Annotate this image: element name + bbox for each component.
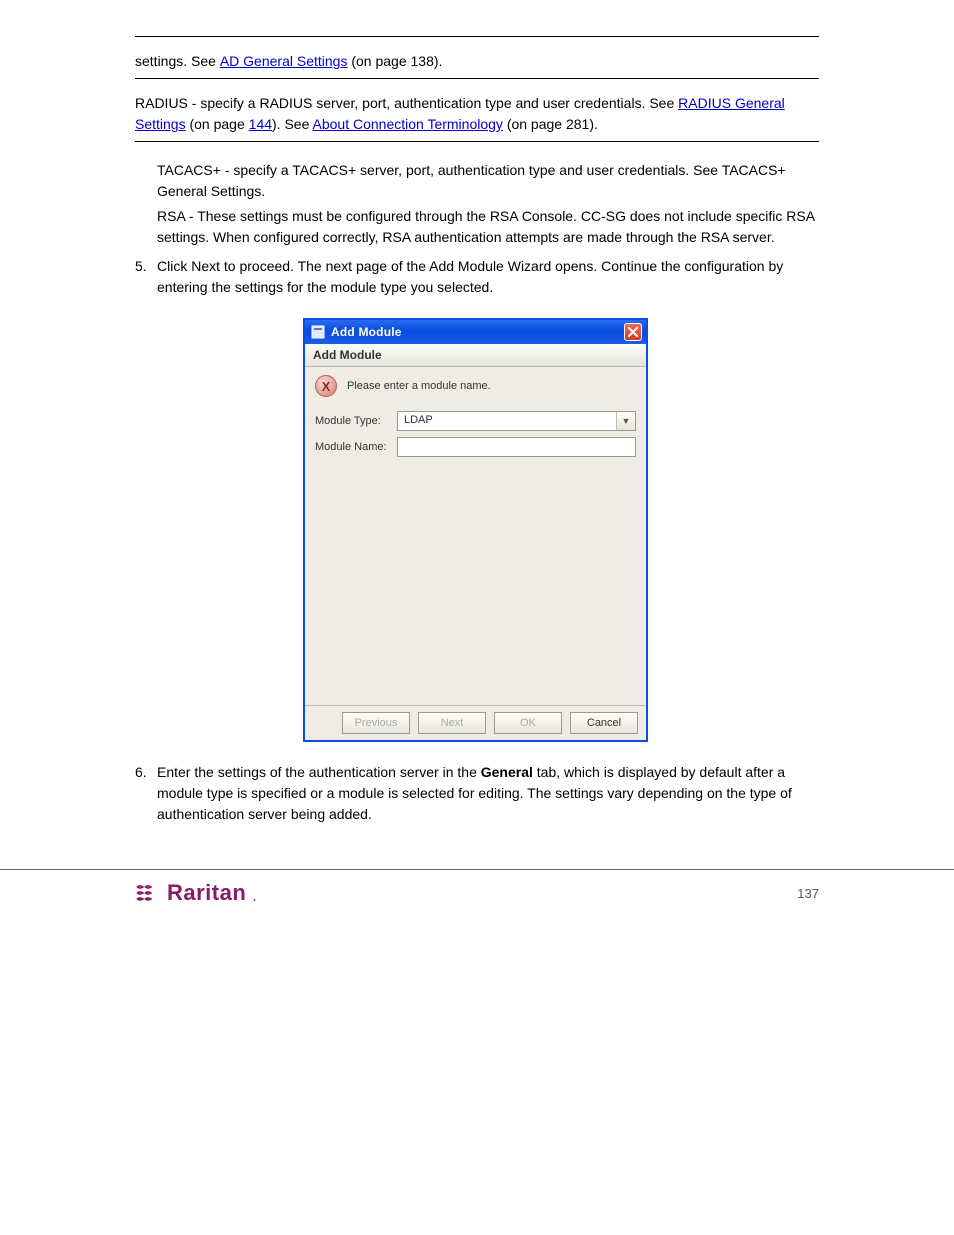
text-fragment: RADIUS - specify a RADIUS server, port, … bbox=[135, 95, 674, 111]
dialog-screenshot: Add Module Add Module X Please enter a m… bbox=[303, 318, 819, 742]
dialog-title: Add Module bbox=[331, 325, 402, 339]
text-fragment: Enter the settings of the authentication… bbox=[157, 764, 481, 780]
dialog-message-row: X Please enter a module name. bbox=[305, 367, 646, 411]
module-type-row: Module Type: LDAP ▼ bbox=[315, 411, 636, 431]
chevron-down-icon[interactable]: ▼ bbox=[616, 412, 635, 430]
page-number: 137 bbox=[797, 886, 819, 901]
page-footer: Raritan. 137 bbox=[0, 869, 954, 926]
next-button: Next bbox=[418, 712, 486, 734]
brand-name: Raritan bbox=[167, 880, 246, 906]
text-fragment: settings. See bbox=[135, 51, 216, 72]
error-icon: X bbox=[315, 375, 337, 397]
text-fragment: (on page 138). bbox=[351, 51, 442, 72]
previous-button: Previous bbox=[342, 712, 410, 734]
step-text: RSA - These settings must be configured … bbox=[157, 206, 819, 248]
link-page-144[interactable]: 144 bbox=[249, 116, 272, 132]
document-page: settings. See AD General Settings (on pa… bbox=[0, 0, 954, 869]
dialog-titlebar: Add Module bbox=[305, 320, 646, 344]
radius-line: RADIUS - specify a RADIUS server, port, … bbox=[135, 93, 819, 135]
cancel-button[interactable]: Cancel bbox=[570, 712, 638, 734]
rule bbox=[135, 36, 819, 37]
dialog-button-bar: Previous Next OK Cancel bbox=[305, 705, 646, 740]
module-name-row: Module Name: bbox=[315, 437, 636, 457]
dialog-message-text: Please enter a module name. bbox=[347, 380, 491, 392]
text-fragment: (on page bbox=[189, 116, 244, 132]
rule bbox=[135, 78, 819, 79]
step-item: TACACS+ - specify a TACACS+ server, port… bbox=[135, 160, 819, 202]
bullet bbox=[135, 206, 157, 248]
module-name-input[interactable] bbox=[397, 437, 636, 457]
settings-see-line: settings. See AD General Settings (on pa… bbox=[135, 51, 819, 72]
dialog-header-banner: Add Module bbox=[305, 344, 646, 367]
brand-logo: Raritan. bbox=[135, 880, 257, 906]
module-type-label: Module Type: bbox=[315, 415, 397, 427]
rule bbox=[135, 141, 819, 142]
step-text: Enter the settings of the authentication… bbox=[157, 762, 819, 825]
close-button[interactable] bbox=[624, 323, 642, 341]
step-text: Click Next to proceed. The next page of … bbox=[157, 256, 819, 298]
add-module-dialog: Add Module Add Module X Please enter a m… bbox=[303, 318, 648, 742]
text-fragment: (on page 281). bbox=[507, 116, 598, 132]
module-name-label: Module Name: bbox=[315, 441, 397, 453]
dialog-form: Module Type: LDAP ▼ Module Name: bbox=[305, 411, 646, 457]
link-connection-terminology[interactable]: About Connection Terminology bbox=[313, 116, 503, 132]
bold-general: General bbox=[481, 764, 533, 780]
step-number: 5. bbox=[135, 256, 157, 298]
link-ad-general-settings[interactable]: AD General Settings bbox=[220, 51, 348, 72]
titlebar-left: Add Module bbox=[311, 325, 402, 339]
step-item: RSA - These settings must be configured … bbox=[135, 206, 819, 248]
module-type-select[interactable]: LDAP ▼ bbox=[397, 411, 636, 431]
module-type-value: LDAP bbox=[398, 412, 616, 430]
ok-button: OK bbox=[494, 712, 562, 734]
step-item: 5. Click Next to proceed. The next page … bbox=[135, 256, 819, 298]
text-fragment: ). See bbox=[272, 116, 309, 132]
bullet bbox=[135, 160, 157, 202]
step-number: 6. bbox=[135, 762, 157, 825]
step-list: TACACS+ - specify a TACACS+ server, port… bbox=[135, 160, 819, 298]
app-icon bbox=[311, 325, 325, 339]
brand-mark-icon bbox=[135, 883, 161, 903]
step-text: TACACS+ - specify a TACACS+ server, port… bbox=[157, 160, 819, 202]
brand-dot: . bbox=[252, 888, 257, 906]
step-6: 6. Enter the settings of the authenticat… bbox=[135, 762, 819, 825]
